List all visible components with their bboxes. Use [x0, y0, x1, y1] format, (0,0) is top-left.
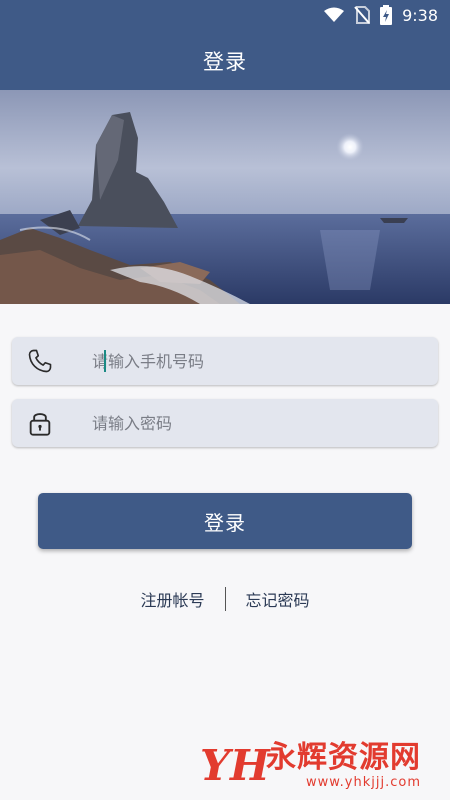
wifi-icon	[324, 7, 345, 22]
password-field[interactable]	[12, 399, 438, 447]
register-link[interactable]: 注册帐号	[140, 587, 204, 611]
status-bar: 9:38	[0, 0, 450, 30]
no-sim-icon	[354, 6, 371, 24]
phone-icon	[12, 347, 68, 375]
hero-image	[0, 90, 450, 304]
watermark: YH 永辉资源网 www.yhkjjj.com	[200, 740, 440, 790]
link-divider	[224, 587, 226, 611]
status-time: 9:38	[402, 5, 438, 25]
login-button[interactable]: 登录	[38, 493, 412, 549]
battery-charging-icon	[380, 5, 393, 25]
app-bar: 9:38 登录	[0, 0, 450, 90]
forgot-password-link[interactable]: 忘记密码	[246, 587, 310, 611]
account-links: 注册帐号 忘记密码	[0, 586, 450, 612]
password-input[interactable]	[92, 399, 438, 447]
lock-icon	[12, 409, 68, 437]
phone-input[interactable]	[92, 337, 438, 385]
watermark-url: www.yhkjjj.com	[305, 774, 421, 790]
page-title: 登录	[203, 50, 247, 74]
text-cursor	[104, 350, 106, 372]
phone-field[interactable]	[12, 337, 438, 385]
watermark-logo: YH	[200, 740, 270, 790]
watermark-title: 永辉资源网	[266, 739, 421, 775]
